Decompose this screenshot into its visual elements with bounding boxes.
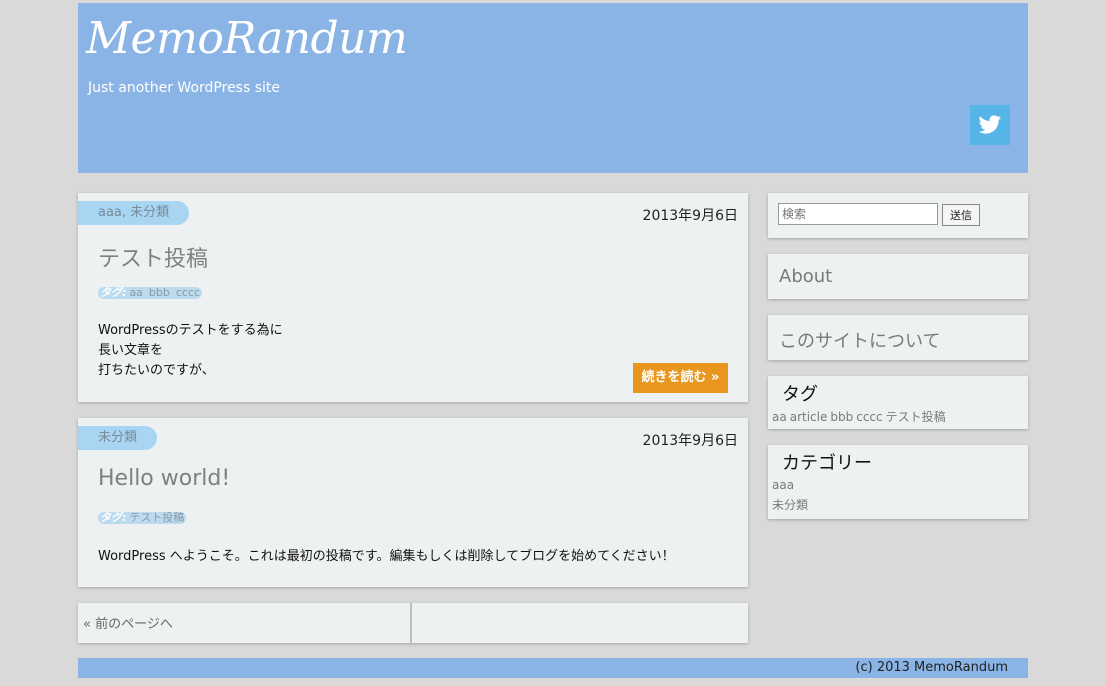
excerpt-line: WordPress へようこそ。これは最初の投稿です。編集もしくは削除してブログ… (98, 549, 675, 564)
twitter-bird-icon (978, 115, 1001, 134)
post-card: aaa, 未分類 2013年9月6日 テスト投稿 タグ: aa bbb cccc Wo… (78, 193, 748, 402)
page-link-widget: このサイトについて (768, 315, 1028, 360)
read-more-button[interactable]: 続きを読む » (633, 363, 728, 393)
category-link[interactable]: aaa (98, 205, 122, 220)
tag-link[interactable]: aa (129, 286, 142, 299)
categories-widget-title: カテゴリー (782, 453, 872, 474)
post-categories: 未分類 (78, 426, 158, 450)
category-list-item[interactable]: aaa (772, 475, 808, 495)
tag-link[interactable]: テスト投稿 (129, 511, 184, 524)
tag-cloud-link[interactable]: bbb (830, 410, 853, 424)
site-tagline: Just another WordPress site (88, 80, 281, 96)
categories-widget: カテゴリー aaa 未分類 (768, 445, 1028, 519)
tag-cloud: aa article bbb cccc テスト投稿 (772, 408, 949, 425)
post-date: 2013年9月6日 (642, 433, 738, 449)
post-tags: タグ: aa bbb cccc (98, 286, 203, 299)
previous-page-link[interactable]: « 前のページへ (83, 613, 173, 632)
excerpt-line: 打ちたいのですが、 (98, 363, 215, 378)
category-link[interactable]: 未分類 (130, 205, 169, 220)
twitter-button[interactable] (970, 105, 1010, 145)
site-header: MemoRandum Just another WordPress site (78, 3, 1028, 173)
excerpt-line: 長い文章を (98, 343, 164, 358)
pagination: « 前のページへ (78, 603, 748, 643)
category-list-item[interactable]: 未分類 (772, 495, 808, 515)
post-title[interactable]: テスト投稿 (98, 241, 208, 273)
tags-label: タグ: (100, 511, 127, 524)
post-excerpt: WordPress へようこそ。これは最初の投稿です。編集もしくは削除してブログ… (98, 547, 675, 567)
tag-link[interactable]: cccc (176, 286, 200, 299)
post-categories: aaa, 未分類 (78, 201, 190, 225)
page-link-widget: About (768, 254, 1028, 299)
tags-widget-title: タグ (782, 384, 818, 405)
category-link[interactable]: 未分類 (98, 430, 137, 445)
search-input[interactable] (778, 203, 938, 225)
tag-link[interactable]: bbb (149, 286, 170, 299)
post-date: 2013年9月6日 (642, 208, 738, 224)
search-widget: 送信 (768, 193, 1028, 238)
site-title[interactable]: MemoRandum (86, 13, 408, 64)
post-excerpt: WordPressのテストをする為に 長い文章を 打ちたいのですが、 (98, 321, 283, 381)
tag-cloud-link[interactable]: aa (772, 410, 787, 424)
page-link-about[interactable]: About (779, 266, 832, 287)
site-footer: (c) 2013 MemoRandum (78, 658, 1028, 678)
excerpt-line: WordPressのテストをする為に (98, 323, 283, 338)
post-card: 未分類 2013年9月6日 Hello world! タグ: テスト投稿 Word… (78, 418, 748, 587)
tag-cloud-link[interactable]: テスト投稿 (886, 410, 946, 424)
tag-cloud-link[interactable]: cccc (856, 410, 882, 424)
tags-label: タグ: (100, 286, 127, 299)
post-title[interactable]: Hello world! (98, 466, 230, 491)
category-list: aaa 未分類 (772, 475, 808, 515)
search-submit-button[interactable]: 送信 (942, 204, 980, 226)
tag-cloud-link[interactable]: article (790, 410, 828, 424)
category-separator: , (121, 205, 131, 220)
tags-widget: タグ aa article bbb cccc テスト投稿 (768, 376, 1028, 429)
post-tags: タグ: テスト投稿 (98, 511, 187, 524)
pager-divider (410, 603, 412, 643)
page-link-about-site[interactable]: このサイトについて (779, 327, 940, 353)
copyright-text: (c) 2013 MemoRandum (855, 660, 1008, 675)
